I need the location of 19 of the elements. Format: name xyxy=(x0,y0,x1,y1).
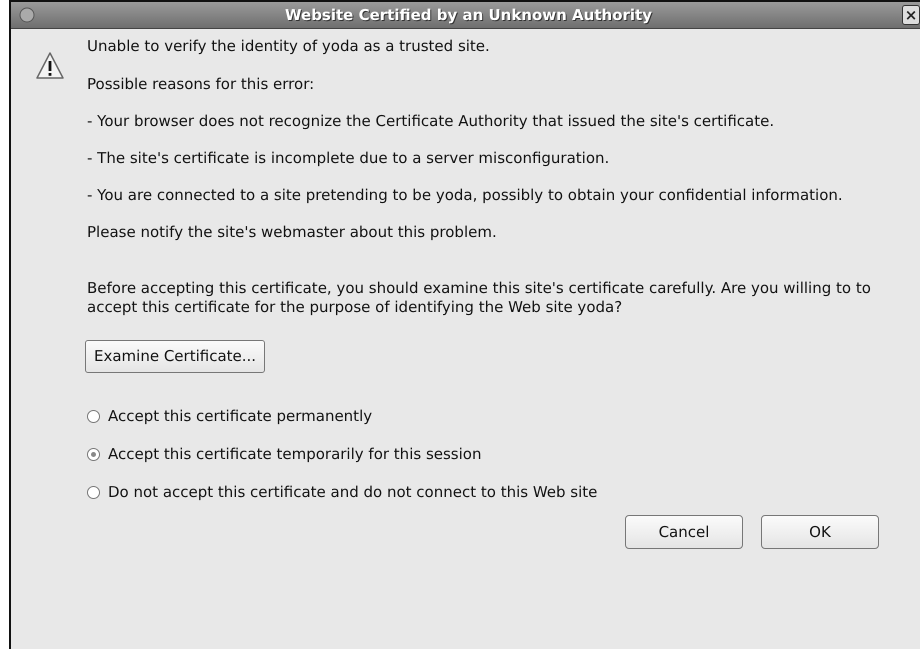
radio-button[interactable] xyxy=(87,486,100,499)
window-title: Website Certified by an Unknown Authority xyxy=(284,6,653,24)
message-text: Before accepting this certificate, you should examine this site's certificate carefully. Are you willing to to accept this certificate for the purpose of identifying the Web site yoda? xyxy=(87,279,872,317)
message-text: - The site's certificate is incomplete due to a server misconfiguration. xyxy=(87,149,610,168)
cancel-button[interactable]: Cancel xyxy=(625,515,743,549)
option-label[interactable]: Do not accept this certificate and do not connect to this Web site xyxy=(108,483,598,502)
message-text: Possible reasons for this error: xyxy=(87,75,316,94)
close-button[interactable]: × xyxy=(902,5,920,25)
examine-certificate-button[interactable]: Examine Certificate... xyxy=(85,340,266,373)
option-label[interactable]: Accept this certificate permanently xyxy=(108,407,372,426)
radio-button[interactable] xyxy=(87,410,100,423)
option-label[interactable]: Accept this certificate temporarily for this session xyxy=(108,445,482,464)
radio-button[interactable] xyxy=(87,448,100,461)
message-text: - You are connected to a site pretending to be yoda, possibly to obtain your confidential information. xyxy=(87,186,844,205)
message-text: Unable to verify the identity of yoda as a trusted site. xyxy=(87,37,491,56)
warning-icon xyxy=(35,51,65,81)
message-text: - Your browser does not recognize the Certificate Authority that issued the site's certificate. xyxy=(87,112,776,131)
message-text: Please notify the site's webmaster about this problem. xyxy=(87,223,498,242)
ok-button[interactable]: OK xyxy=(761,515,879,549)
